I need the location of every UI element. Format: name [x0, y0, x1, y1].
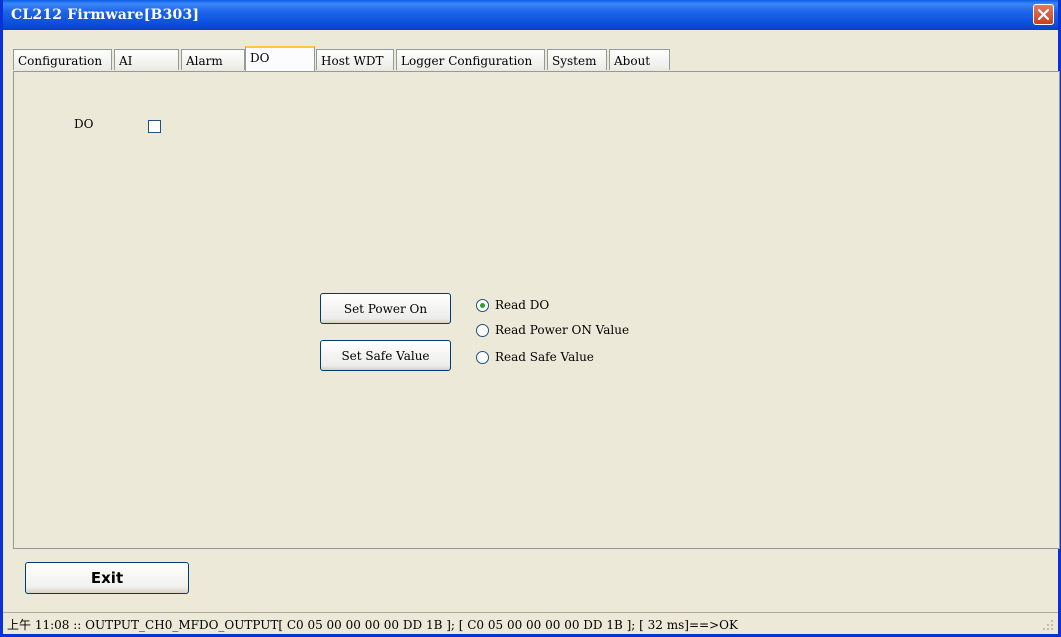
close-button[interactable]	[1033, 4, 1054, 25]
status-text: 上午 11:08 :: OUTPUT_CH0_MFDO_OUTPUT[ C0 0…	[7, 618, 738, 632]
do-label: DO	[74, 117, 94, 131]
tab-label: AI	[119, 54, 133, 68]
main-window: CL212 Firmware[B303] Configuration AI Al…	[0, 0, 1061, 637]
radio-label: Read DO	[495, 298, 550, 312]
close-icon	[1038, 9, 1049, 20]
tab-label: System	[552, 54, 597, 68]
tab-label: Alarm	[186, 54, 223, 68]
radio-read-do[interactable]: Read DO	[476, 298, 549, 312]
tab-label: Host WDT	[321, 54, 384, 68]
status-bar: 上午 11:08 :: OUTPUT_CH0_MFDO_OUTPUT[ C0 0…	[3, 612, 1058, 634]
button-label: Set Safe Value	[341, 348, 430, 363]
radio-read-safe-value[interactable]: Read Safe Value	[476, 350, 594, 364]
tab-strip: Configuration AI Alarm DO Host WDT Logge…	[13, 46, 1053, 72]
do-tab-panel: DO Set Power On Set Safe Value Read DO R…	[13, 71, 1060, 549]
button-label: Exit	[90, 569, 124, 587]
set-safe-value-button[interactable]: Set Safe Value	[320, 340, 451, 371]
window-title: CL212 Firmware[B303]	[11, 7, 200, 23]
tab-label: DO	[250, 51, 270, 65]
radio-read-power-on-value[interactable]: Read Power ON Value	[476, 323, 629, 337]
tab-alarm[interactable]: Alarm	[181, 49, 245, 70]
tab-do[interactable]: DO	[245, 46, 315, 71]
radio-unselected-icon	[476, 350, 489, 364]
do-checkbox[interactable]	[148, 120, 161, 133]
tab-system[interactable]: System	[547, 49, 607, 70]
radio-selected-icon	[476, 298, 489, 312]
tab-configuration[interactable]: Configuration	[13, 49, 112, 70]
tab-about[interactable]: About	[609, 49, 670, 70]
tab-ai[interactable]: AI	[114, 49, 179, 70]
radio-label: Read Safe Value	[495, 350, 594, 364]
button-label: Set Power On	[343, 301, 428, 316]
tab-logger-configuration[interactable]: Logger Configuration	[396, 49, 545, 70]
radio-label: Read Power ON Value	[495, 323, 630, 337]
tab-label: Logger Configuration	[401, 54, 533, 68]
tab-label: Configuration	[18, 54, 103, 68]
radio-unselected-icon	[476, 323, 489, 337]
tab-host-wdt[interactable]: Host WDT	[316, 49, 394, 70]
resize-grip-icon[interactable]	[1042, 619, 1054, 631]
exit-button[interactable]: Exit	[25, 562, 189, 594]
title-bar[interactable]: CL212 Firmware[B303]	[3, 0, 1058, 30]
tab-label: About	[614, 54, 651, 68]
set-power-on-button[interactable]: Set Power On	[320, 293, 451, 324]
